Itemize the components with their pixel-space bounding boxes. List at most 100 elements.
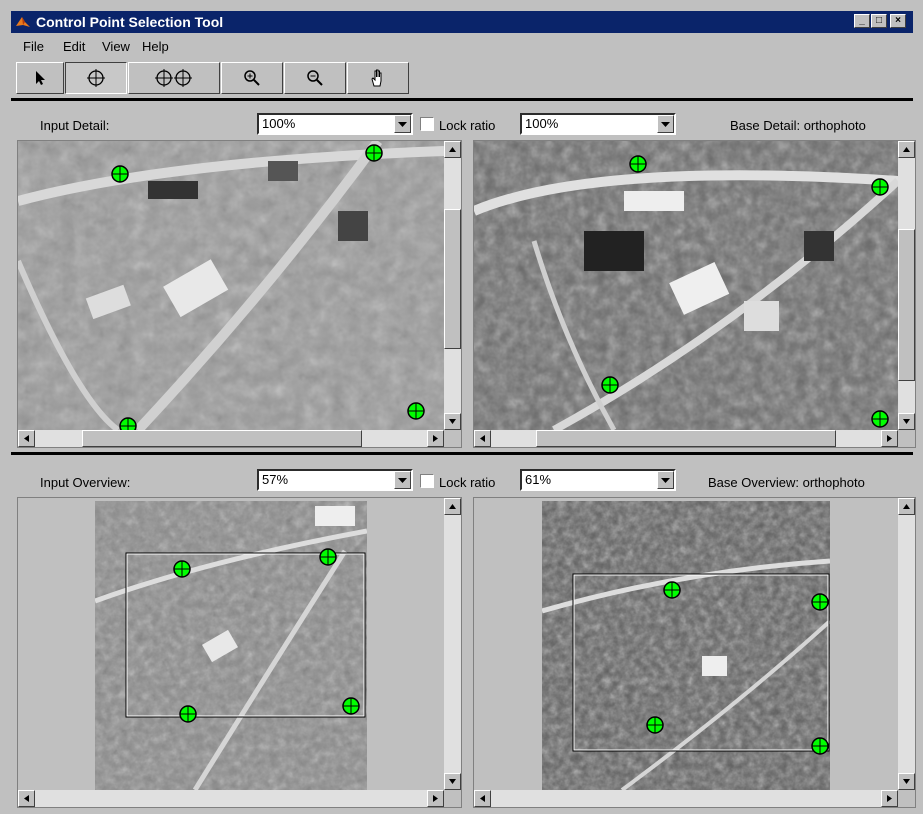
base-detail-label: Base Detail: orthophoto <box>730 118 866 133</box>
input-detail-zoom-value: 100% <box>262 116 296 131</box>
aerial-photo-input-detail <box>18 141 444 430</box>
vertical-scrollbar[interactable] <box>898 498 915 790</box>
scroll-left-icon[interactable] <box>18 430 35 447</box>
input-overview-image-area[interactable] <box>18 498 444 790</box>
pan-tool-button[interactable] <box>347 62 409 94</box>
matlab-logo-icon <box>16 17 30 27</box>
scroll-up-icon[interactable] <box>898 141 915 158</box>
base-overview-panel <box>473 497 916 808</box>
scroll-thumb[interactable] <box>82 430 362 447</box>
window-title: Control Point Selection Tool <box>36 14 224 30</box>
scroll-up-icon[interactable] <box>898 498 915 515</box>
horizontal-scrollbar[interactable] <box>474 790 898 807</box>
control-point-marker[interactable] <box>364 143 384 163</box>
control-point-marker[interactable] <box>870 177 890 197</box>
scroll-down-icon[interactable] <box>444 413 461 430</box>
scroll-right-icon[interactable] <box>881 790 898 807</box>
scroll-left-icon[interactable] <box>18 790 35 807</box>
input-detail-label: Input Detail: <box>40 118 110 133</box>
vertical-scrollbar[interactable] <box>444 141 461 430</box>
separator-middle <box>11 452 913 455</box>
zoom-in-tool-button[interactable] <box>221 62 283 94</box>
maximize-button[interactable]: □ <box>871 14 887 28</box>
zoom-out-tool-button[interactable] <box>284 62 346 94</box>
base-detail-image[interactable] <box>474 141 898 430</box>
scroll-up-icon[interactable] <box>444 141 461 158</box>
base-detail-zoom-value: 100% <box>525 116 559 131</box>
base-overview-zoom-value: 61% <box>525 472 552 487</box>
dropdown-arrow-icon[interactable] <box>657 115 674 133</box>
input-detail-zoom-select[interactable]: 100% <box>257 113 413 135</box>
detail-lock-ratio-checkbox[interactable] <box>420 117 434 131</box>
control-point-marker[interactable] <box>870 409 890 429</box>
control-point-marker[interactable] <box>810 592 830 612</box>
horizontal-scrollbar[interactable] <box>474 430 898 447</box>
base-overview-image-area[interactable] <box>474 498 898 790</box>
add-point-pair-tool-button[interactable] <box>128 62 220 94</box>
control-point-marker[interactable] <box>600 375 620 395</box>
scroll-down-icon[interactable] <box>444 773 461 790</box>
close-button[interactable]: × <box>890 14 906 28</box>
horizontal-scrollbar[interactable] <box>18 430 444 447</box>
control-point-marker[interactable] <box>662 580 682 600</box>
vertical-scrollbar[interactable] <box>898 141 915 430</box>
hand-icon <box>371 69 382 87</box>
base-detail-panel <box>473 140 916 448</box>
scroll-left-icon[interactable] <box>474 430 491 447</box>
control-point-marker[interactable] <box>645 715 665 735</box>
scroll-down-icon[interactable] <box>898 413 915 430</box>
input-detail-panel <box>17 140 462 448</box>
select-tool-button[interactable] <box>16 62 64 94</box>
scroll-up-icon[interactable] <box>444 498 461 515</box>
menu-file[interactable]: File <box>23 39 44 54</box>
crosshair-point-icon <box>87 69 105 87</box>
control-point-marker[interactable] <box>110 164 130 184</box>
vertical-scrollbar[interactable] <box>444 498 461 790</box>
zoom-out-icon <box>307 70 323 86</box>
dropdown-arrow-icon[interactable] <box>657 471 674 489</box>
control-point-marker[interactable] <box>172 559 192 579</box>
scroll-left-icon[interactable] <box>474 790 491 807</box>
scroll-thumb[interactable] <box>444 209 461 349</box>
scroll-right-icon[interactable] <box>881 430 898 447</box>
separator-top <box>11 98 913 101</box>
scroll-right-icon[interactable] <box>427 430 444 447</box>
dropdown-arrow-icon[interactable] <box>394 115 411 133</box>
menu-bar: File Edit View Help <box>11 35 913 57</box>
control-point-marker[interactable] <box>810 736 830 756</box>
minimize-button[interactable]: _ <box>854 14 870 28</box>
base-detail-zoom-select[interactable]: 100% <box>520 113 676 135</box>
menu-view[interactable]: View <box>102 39 130 54</box>
base-overview-label: Base Overview: orthophoto <box>708 475 865 490</box>
input-detail-image[interactable] <box>18 141 444 430</box>
base-overview-zoom-select[interactable]: 61% <box>520 469 676 491</box>
control-point-marker[interactable] <box>318 547 338 567</box>
menu-edit[interactable]: Edit <box>63 39 85 54</box>
dropdown-arrow-icon[interactable] <box>394 471 411 489</box>
zoom-in-icon <box>244 70 260 86</box>
scroll-thumb[interactable] <box>898 229 915 381</box>
title-bar: Control Point Selection Tool _ □ × <box>11 11 913 33</box>
overview-lock-ratio-checkbox[interactable] <box>420 474 434 488</box>
input-overview-zoom-value: 57% <box>262 472 289 487</box>
add-point-tool-button[interactable] <box>65 62 127 94</box>
aerial-photo-base-detail <box>474 141 898 430</box>
control-point-marker[interactable] <box>118 416 138 430</box>
overview-lock-ratio-label: Lock ratio <box>439 475 496 490</box>
scroll-right-icon[interactable] <box>427 790 444 807</box>
input-overview-zoom-select[interactable]: 57% <box>257 469 413 491</box>
scroll-thumb[interactable] <box>536 430 836 447</box>
control-point-marker[interactable] <box>341 696 361 716</box>
control-point-marker[interactable] <box>406 401 426 421</box>
input-overview-panel <box>17 497 462 808</box>
horizontal-scrollbar[interactable] <box>18 790 444 807</box>
detail-lock-ratio-label: Lock ratio <box>439 118 496 133</box>
scroll-down-icon[interactable] <box>898 773 915 790</box>
aerial-photo-base-overview <box>542 501 830 790</box>
control-point-marker[interactable] <box>628 154 648 174</box>
crosshair-pair-icon <box>155 69 192 87</box>
arrow-cursor-icon <box>36 71 45 85</box>
control-point-marker[interactable] <box>178 704 198 724</box>
aerial-photo-input-overview <box>95 501 367 790</box>
menu-help[interactable]: Help <box>142 39 169 54</box>
